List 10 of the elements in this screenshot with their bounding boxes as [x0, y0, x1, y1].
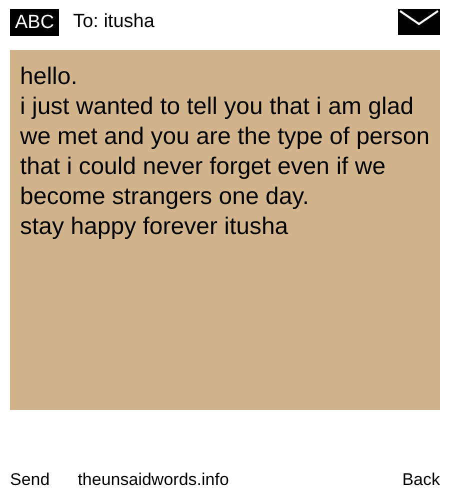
send-softkey[interactable]: Send — [10, 467, 50, 493]
message-text: hello. — [20, 62, 78, 92]
envelope-icon — [398, 9, 440, 35]
back-softkey[interactable]: Back — [402, 467, 440, 493]
input-mode-indicator: ABC — [10, 8, 60, 36]
message-area[interactable]: hello. i just wanted to tell you that i am glad we met and you are the type of person that i could never forget even if we become strangers one day. stay happy forever itusha — [10, 50, 440, 410]
message-text: i just wanted to tell you that i am glad we met and you are the type of person that i could never forget even if we become strangers one day. — [20, 92, 430, 212]
message-text: stay happy forever itusha — [20, 212, 290, 242]
website-label: theunsaidwords.info — [78, 469, 229, 492]
recipient-label: To: itusha — [73, 10, 154, 34]
